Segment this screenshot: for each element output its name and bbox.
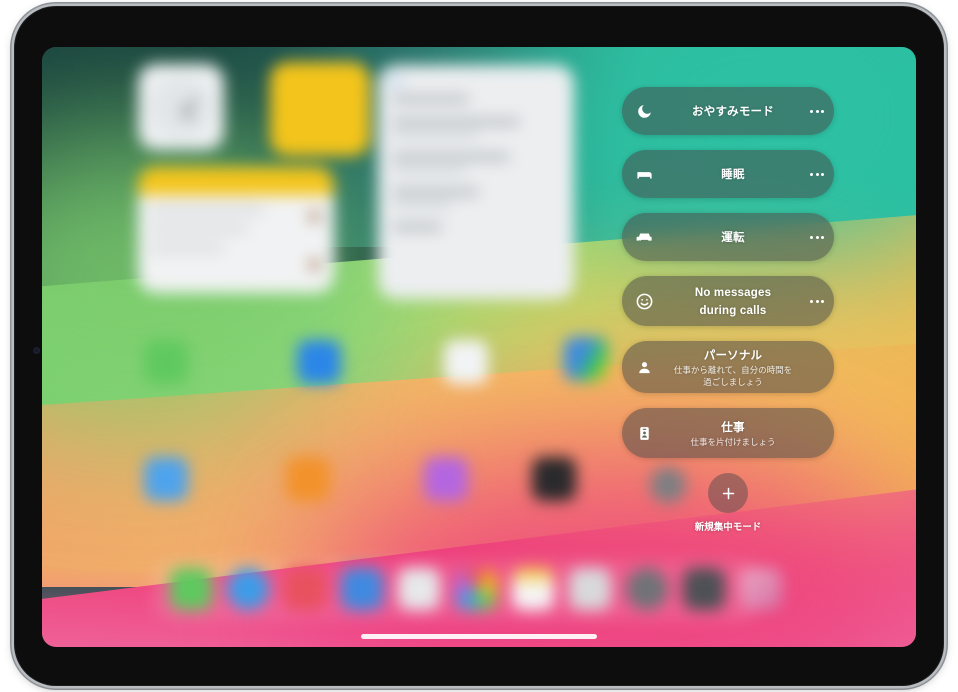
plus-icon <box>722 487 734 499</box>
focus-mode-title-line1: No messages <box>694 287 772 299</box>
home-indicator[interactable] <box>361 634 597 639</box>
moon-icon <box>622 103 666 120</box>
focus-mode-label-wrap: おやすみモード <box>666 102 800 120</box>
focus-mode-label-wrap: 睡眠 <box>666 165 800 183</box>
front-camera-icon <box>33 347 40 354</box>
focus-mode-label-wrap: パーソナル 仕事から離れて、自分の時間を 過ごしましょう <box>666 346 800 388</box>
add-focus-mode-label: 新規集中モード <box>694 522 762 533</box>
focus-mode-menu-button[interactable] <box>800 235 834 239</box>
person-icon <box>622 359 666 376</box>
focus-mode-sleep[interactable]: 睡眠 <box>622 150 834 198</box>
focus-mode-subtitle-line1: 仕事から離れて、自分の時間を <box>673 364 793 375</box>
notes-widget <box>138 167 334 293</box>
focus-mode-work[interactable]: 仕事 仕事を片付けましょう <box>622 408 834 458</box>
focus-mode-title: 仕事 <box>721 421 745 434</box>
focus-mode-menu-button[interactable] <box>800 172 834 176</box>
focus-mode-menu-button[interactable] <box>800 109 834 113</box>
dock-icon <box>227 568 269 610</box>
dock-icon <box>455 568 497 610</box>
focus-mode-subtitle-line2: 過ごしましょう <box>703 377 763 387</box>
app-icon <box>144 457 188 501</box>
focus-mode-title: 運転 <box>721 232 745 244</box>
app-icon <box>444 340 488 384</box>
app-icon <box>297 340 341 384</box>
screenshot-root: おやすみモード 睡眠 運転 No messages during calls パ… <box>0 0 958 692</box>
focus-mode-title: 睡眠 <box>721 169 745 181</box>
bed-icon <box>622 165 666 184</box>
focus-mode-title: パーソナル <box>703 349 763 362</box>
ipad-screen: おやすみモード 睡眠 運転 No messages during calls パ… <box>42 47 916 647</box>
yellow-widget <box>270 62 370 156</box>
focus-mode-label-wrap: No messages during calls <box>666 283 800 319</box>
focus-mode-driving[interactable]: 運転 <box>622 213 834 261</box>
clock-widget <box>138 64 224 150</box>
dock-icon <box>683 568 725 610</box>
focus-mode-do-not-disturb[interactable]: おやすみモード <box>622 87 834 135</box>
app-icon <box>424 457 468 501</box>
focus-mode-title: おやすみモード <box>692 106 774 118</box>
app-icon <box>564 337 608 381</box>
dock-icon <box>170 568 212 610</box>
app-icon <box>286 457 330 501</box>
dock-icon <box>341 568 383 610</box>
car-icon <box>622 228 666 247</box>
dock-icon <box>512 568 554 610</box>
app-icon <box>532 457 576 501</box>
app-icon <box>144 340 188 384</box>
focus-mode-personal[interactable]: パーソナル 仕事から離れて、自分の時間を 過ごしましょう <box>622 341 834 393</box>
focus-mode-menu-button[interactable] <box>800 299 834 303</box>
dock-icon <box>626 568 668 610</box>
dock-icon <box>398 568 440 610</box>
smiley-icon <box>622 292 666 311</box>
focus-mode-no-messages-during-calls[interactable]: No messages during calls <box>622 276 834 326</box>
dock-icon <box>569 568 611 610</box>
mail-list-widget <box>378 65 574 299</box>
focus-mode-label-wrap: 仕事 仕事を片付けましょう <box>666 418 800 448</box>
add-focus-mode-button[interactable] <box>708 473 748 513</box>
dock-icon <box>740 568 782 610</box>
focus-mode-title-line2: during calls <box>699 305 767 317</box>
dock-icon <box>284 568 326 610</box>
id-badge-icon <box>622 425 666 442</box>
focus-panel: おやすみモード 睡眠 運転 No messages during calls パ… <box>622 87 848 533</box>
focus-mode-subtitle-line1: 仕事を片付けましょう <box>690 436 776 447</box>
add-focus-mode-wrap: 新規集中モード <box>622 473 834 533</box>
ipad-device: おやすみモード 睡眠 運転 No messages during calls パ… <box>14 6 944 686</box>
focus-mode-label-wrap: 運転 <box>666 228 800 246</box>
